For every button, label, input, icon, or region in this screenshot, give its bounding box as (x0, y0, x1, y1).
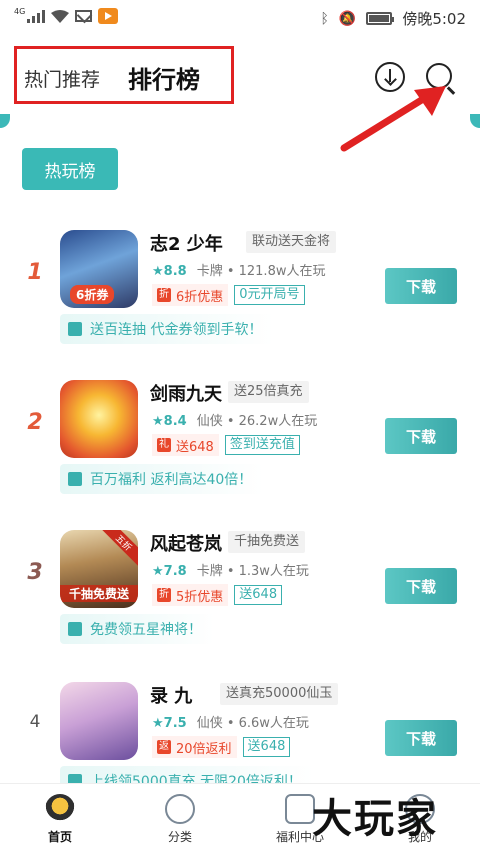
perk-sub: 0元开局号 (234, 285, 305, 305)
game-item[interactable]: 1 6折券 志2 少年 联动送天金将 ★8.8 卡牌 • 121.8w人在玩 折6… (0, 230, 480, 380)
promo-banner[interactable]: 送百连抽 代金券领到手软！ (60, 314, 275, 344)
game-score: 7.5 (163, 716, 187, 731)
perk-text: 6折优惠 (176, 289, 224, 305)
rank-number: 1 (27, 260, 43, 285)
game-meta: ★7.8 卡牌 • 1.3w人在玩 (152, 560, 309, 579)
perk-row: 折 5折优惠 送648 (152, 584, 283, 606)
perk-main: 折 6折优惠 (152, 284, 229, 306)
game-icon[interactable]: 五折 千抽免费送 (60, 530, 138, 608)
discount-ribbon: 五折 (98, 530, 138, 569)
game-icon[interactable] (60, 380, 138, 458)
download-button[interactable]: 下载 (385, 268, 457, 304)
nav-home[interactable]: 首页 (0, 784, 120, 853)
icon-caption: 千抽免费送 (60, 585, 138, 602)
nav-category[interactable]: 分类 (120, 784, 240, 853)
app-notification-icon (98, 8, 119, 24)
perk-main: 礼送648 (152, 434, 219, 456)
download-button[interactable]: 下载 (385, 720, 457, 756)
game-meta: ★8.8 卡牌 • 121.8w人在玩 (152, 260, 325, 279)
status-left: 4G (14, 7, 119, 24)
game-category: 仙侠 • 26.2w人在玩 (196, 414, 318, 429)
game-item[interactable]: 3 五折 千抽免费送 风起苍岚 千抽免费送 ★7.8 卡牌 • 1.3w人在玩 折… (0, 530, 480, 680)
mute-bell-icon: 🔕 (338, 10, 357, 27)
signal-icon (27, 9, 46, 23)
game-icon[interactable]: 6折券 (60, 230, 138, 308)
perk-sub: 送648 (242, 737, 291, 757)
thumbs-up-icon (68, 322, 82, 336)
thumbs-up-icon (68, 472, 82, 486)
game-meta: ★7.5 仙侠 • 6.6w人在玩 (152, 712, 309, 731)
game-score: 7.8 (163, 564, 187, 579)
gift-icon: 礼 (157, 438, 171, 452)
perk-row: 折 6折优惠 0元开局号 (152, 284, 305, 306)
star-icon: ★ (152, 264, 164, 279)
network-type: 4G (14, 7, 26, 16)
promo-banner[interactable]: 百万福利 返利高达40倍！ (60, 464, 265, 494)
mail-icon (75, 10, 93, 22)
status-right: ᛒ 🔕 傍晚5:02 (320, 8, 466, 29)
rank-number: 4 (29, 712, 41, 732)
wifi-icon (51, 9, 70, 23)
perk-main: 返 20倍返利 (152, 736, 237, 758)
perk-text: 送648 (176, 439, 214, 455)
nav-label: 分类 (167, 830, 192, 844)
game-category: 卡牌 • 121.8w人在玩 (196, 264, 326, 279)
discount-badge: 6折券 (70, 285, 115, 304)
game-category: 仙侠 • 6.6w人在玩 (196, 716, 309, 731)
tab-ranking[interactable]: 排行榜 (128, 60, 200, 95)
promo-banner[interactable]: 免费领五星神将！ (60, 614, 214, 644)
game-name: 录 九 (150, 686, 193, 707)
rank-number: 3 (27, 560, 43, 585)
watermark-text: 大玩家 (312, 796, 438, 842)
game-category: 卡牌 • 1.3w人在玩 (196, 564, 309, 579)
status-bar: 4G ᛒ 🔕 傍晚5:02 (0, 0, 480, 36)
perk-sub: 送648 (234, 585, 283, 605)
game-score: 8.4 (163, 414, 187, 429)
status-time: 傍晚5:02 (402, 10, 466, 28)
download-button[interactable]: 下载 (385, 568, 457, 604)
game-tag: 送真充50000仙玉 (220, 683, 339, 705)
discount-icon: 折 (157, 588, 171, 602)
promo-text: 送百连抽 代金券领到手软！ (90, 322, 263, 338)
game-name: 风起苍岚 (150, 534, 222, 555)
tab-hot-play[interactable]: 热玩榜 (22, 148, 118, 190)
nav-label: 首页 (47, 830, 72, 844)
thumbs-up-icon (68, 622, 82, 636)
battery-icon (366, 12, 395, 25)
home-icon (45, 794, 75, 824)
star-icon: ★ (152, 414, 164, 429)
welfare-icon (285, 794, 315, 824)
tab-hot-recommend[interactable]: 热门推荐 (24, 65, 100, 92)
game-tag: 千抽免费送 (228, 531, 306, 553)
category-icon (165, 794, 195, 824)
star-icon: ★ (152, 716, 164, 731)
annotation-arrow-icon (340, 86, 446, 152)
perk-row: 返 20倍返利 送648 (152, 736, 291, 758)
game-tag: 送25倍真充 (228, 381, 309, 403)
rank-number: 2 (27, 410, 43, 435)
download-button[interactable]: 下载 (385, 418, 457, 454)
game-name: 剑雨九天 (150, 384, 222, 405)
promo-text: 免费领五星神将！ (90, 622, 202, 638)
perk-sub: 签到送充值 (224, 435, 300, 455)
perk-text: 5折优惠 (176, 589, 224, 605)
game-name: 志2 少年 (150, 234, 223, 255)
bluetooth-icon: ᛒ (320, 10, 329, 27)
star-icon: ★ (152, 564, 164, 579)
perk-row: 礼送648 签到送充值 (152, 434, 300, 456)
promo-text: 百万福利 返利高达40倍！ (90, 472, 253, 488)
discount-icon: 折 (157, 288, 171, 302)
perk-main: 折 5折优惠 (152, 584, 229, 606)
game-item[interactable]: 2 剑雨九天 送25倍真充 ★8.4 仙侠 • 26.2w人在玩 礼送648 签到… (0, 380, 480, 530)
perk-text: 20倍返利 (176, 741, 232, 757)
game-score: 8.8 (163, 264, 187, 279)
rebate-icon: 返 (157, 740, 171, 754)
game-icon[interactable] (60, 682, 138, 760)
game-meta: ★8.4 仙侠 • 26.2w人在玩 (152, 410, 317, 429)
game-tag: 联动送天金将 (246, 231, 337, 253)
